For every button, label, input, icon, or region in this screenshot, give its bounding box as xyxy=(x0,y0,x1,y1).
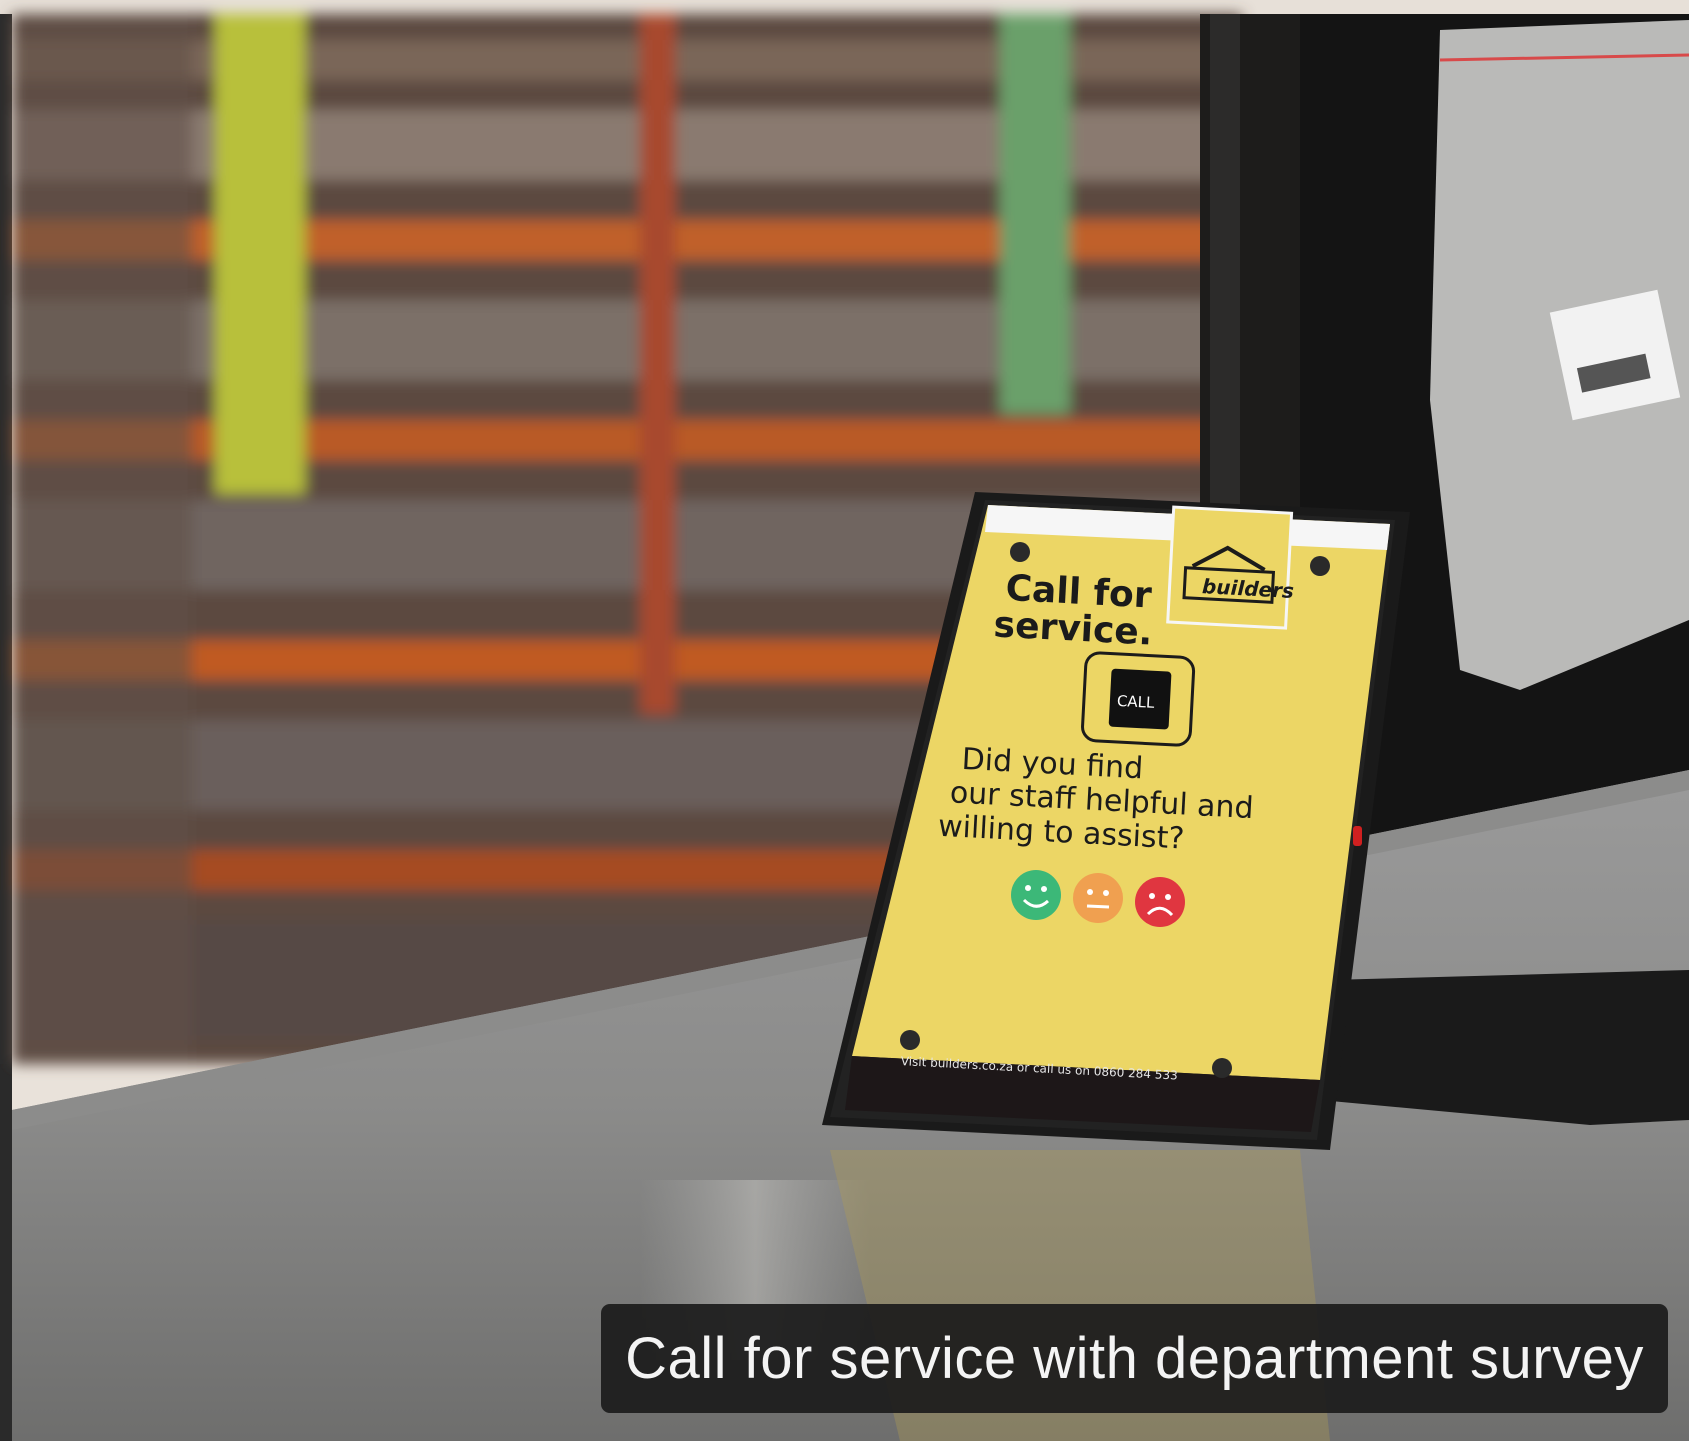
neutral-face-icon xyxy=(1073,873,1123,923)
sign-heading-line2: service. xyxy=(993,604,1154,653)
brand-label: builders xyxy=(1201,574,1294,603)
builders-logo xyxy=(1166,505,1294,630)
call-button-label: CALL xyxy=(1117,692,1156,712)
photo-scene: Call for service. builders CALL Did you … xyxy=(0,0,1689,1441)
sad-face-icon xyxy=(1135,877,1185,927)
caption-banner: Call for service with department survey xyxy=(601,1304,1668,1413)
plastic-bag-image xyxy=(1430,20,1689,690)
caption-text: Call for service with department survey xyxy=(625,1326,1644,1391)
happy-face-icon xyxy=(1011,870,1061,920)
